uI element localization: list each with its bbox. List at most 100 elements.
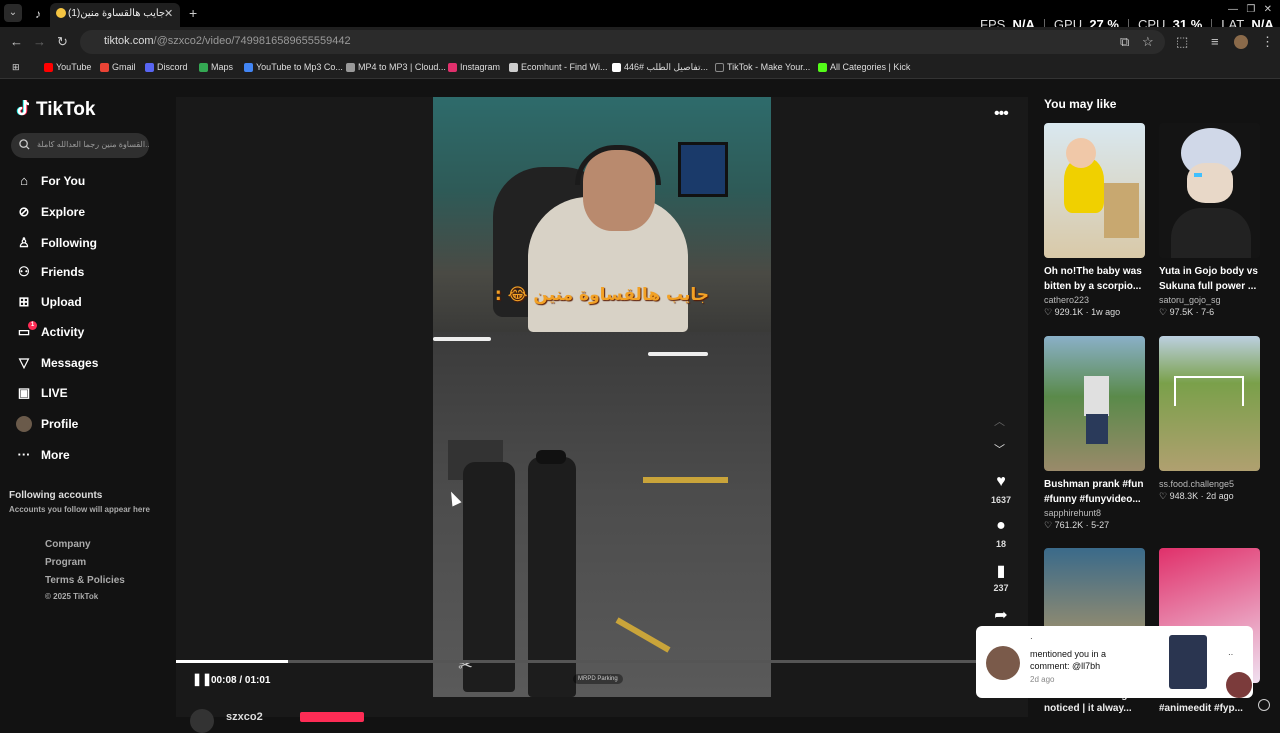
rec-card[interactable]: Oh no!The baby was bitten by a scorpio..… xyxy=(1044,123,1145,318)
rec-card[interactable]: ss.food.challenge5 ♡ 948.3K · 2d ago xyxy=(1159,336,1260,502)
nav-profile[interactable]: Profile xyxy=(16,416,78,432)
bookmark-order[interactable]: تفاصيل الطلب #446... xyxy=(612,62,708,73)
home-icon: ⌂ xyxy=(20,173,28,188)
bookmark-instagram[interactable]: Instagram xyxy=(448,62,500,73)
bookmark-tiktok[interactable]: TikTok - Make Your... xyxy=(715,62,810,73)
nav-messages[interactable]: ▽ Messages xyxy=(16,355,98,371)
bookmark-youtube[interactable]: YouTube xyxy=(44,62,91,73)
bookmark-mp4-mp3[interactable]: MP4 to MP3 | Cloud... xyxy=(346,62,446,73)
author-name[interactable]: szxco2 xyxy=(226,711,263,723)
share-button[interactable]: ➦ xyxy=(982,605,1020,625)
you-may-like-title: You may like xyxy=(1044,97,1117,111)
url-path: /@szxco2/video/7499816589655559442 xyxy=(153,35,351,47)
settings-circle-icon[interactable] xyxy=(1258,699,1270,711)
video-stage: جايب هالقساوة منين 😂 : ✂ MRPD Parking ••… xyxy=(176,97,1028,717)
bookmark-yt-mp3[interactable]: YouTube to Mp3 Co... xyxy=(244,62,343,73)
reload-icon[interactable]: ↻ xyxy=(57,34,68,50)
rec-thumbnail xyxy=(1159,336,1260,471)
more-options-icon[interactable]: ••• xyxy=(994,105,1009,123)
nav-live[interactable]: ▣ LIVE xyxy=(16,385,68,401)
rec-user: sapphirehunt8 xyxy=(1044,508,1102,518)
footer-copyright: © 2025 TikTok xyxy=(45,592,99,601)
comment-button[interactable]: ● 18 xyxy=(982,517,1020,549)
bookmark-kick[interactable]: All Categories | Kick xyxy=(818,62,910,73)
next-video-icon[interactable]: ﹀ xyxy=(994,441,1005,457)
media-icon[interactable]: ≡ xyxy=(1211,34,1219,49)
profile-avatar[interactable] xyxy=(1234,35,1248,49)
nav-for-you[interactable]: ⌂ For You xyxy=(16,173,85,189)
search-placeholder: القساوة منين رجما العدالله كاملة... xyxy=(37,140,149,149)
nav-activity[interactable]: ▭ 1 Activity xyxy=(16,321,84,340)
headset xyxy=(575,145,661,185)
window-controls[interactable]: — ❐ ✕ xyxy=(1228,4,1272,15)
progress-fill xyxy=(176,660,288,663)
tiktok-logo[interactable]: TikTok xyxy=(16,99,95,121)
footer-terms[interactable]: Terms & Policies xyxy=(45,575,125,586)
bookmark-discord[interactable]: Discord xyxy=(145,62,188,73)
nav-following[interactable]: ♙ Following xyxy=(16,235,97,251)
url-bar[interactable]: tiktok.com/@szxco2/video/749981658965555… xyxy=(80,30,1165,54)
search-input[interactable]: القساوة منين رجما العدالله كاملة... xyxy=(11,133,149,158)
bookmarks-bar: ⊞ YouTube Gmail Discord Maps YouTube to … xyxy=(0,57,1280,79)
rec-card[interactable]: Yuta in Gojo body vs Sukuna full power .… xyxy=(1159,123,1260,318)
rec-title: Oh no!The baby was bitten by a scorpio..… xyxy=(1044,266,1142,292)
notification-time: 2d ago xyxy=(1030,675,1055,684)
rec-thumbnail xyxy=(1044,336,1145,471)
chrome-menu-icon[interactable]: ⋮ xyxy=(1261,34,1274,50)
activity-badge: 1 xyxy=(28,321,37,330)
nav-explore[interactable]: ⊘ Explore xyxy=(16,204,85,220)
video-player[interactable]: جايب هالقساوة منين 😂 : ✂ MRPD Parking xyxy=(433,97,771,697)
rec-user: ss.food.challenge5 xyxy=(1159,479,1235,489)
tiktok-tab-icon[interactable]: ♪ xyxy=(28,4,48,24)
back-icon[interactable]: ← xyxy=(10,34,23,49)
previous-video-icon[interactable]: ︿ xyxy=(994,413,1005,429)
rec-meta: ♡ 761.2K · 5-27 xyxy=(1044,520,1110,530)
profile-icon xyxy=(16,416,32,432)
mention-notification[interactable]: · mentioned you in a comment: @ll7bh 2d a… xyxy=(976,626,1253,698)
like-button[interactable]: ♥ 1637 xyxy=(982,473,1020,505)
nav-friends[interactable]: ⚇ Friends xyxy=(16,264,84,280)
url-host: tiktok.com xyxy=(104,35,154,47)
close-tab-icon[interactable]: ✕ xyxy=(164,7,173,20)
save-button[interactable]: ▮ 237 xyxy=(982,561,1020,593)
apps-icon[interactable]: ⊞ xyxy=(12,62,20,73)
nav-more[interactable]: ··· More xyxy=(16,447,70,463)
pause-icon[interactable]: ❚❚ xyxy=(192,672,212,686)
notification-more-icon[interactable]: ·· xyxy=(1228,650,1233,659)
rec-thumbnail xyxy=(1159,123,1260,258)
rec-card[interactable]: Bushman prank #fun #funny #funyvideo... … xyxy=(1044,336,1145,531)
new-tab-button[interactable]: + xyxy=(189,5,197,21)
author-avatar[interactable] xyxy=(190,709,214,733)
parking-stripe xyxy=(615,617,671,653)
nav-upload[interactable]: ⊞ Upload xyxy=(16,294,82,310)
cast-icon[interactable]: ⧉ xyxy=(1120,34,1129,50)
more-icon: ··· xyxy=(17,447,31,462)
floating-logo xyxy=(1226,672,1252,698)
progress-bar[interactable] xyxy=(176,660,1028,663)
video-caption: جايب هالقساوة منين 😂 : xyxy=(494,285,710,305)
following-accounts-sub: Accounts you follow will appear here xyxy=(9,505,150,514)
bookmark-ecomhunt[interactable]: Ecomhunt - Find Wi... xyxy=(509,62,608,73)
footer-program[interactable]: Program xyxy=(45,557,86,568)
follow-button[interactable] xyxy=(300,712,364,722)
bookmark-star-icon[interactable]: ☆ xyxy=(1142,34,1154,50)
notification-dot: · xyxy=(1030,634,1033,643)
video-upper-frame: جايب هالقساوة منين 😂 : xyxy=(433,97,771,332)
tab-search-button[interactable]: ⌄ xyxy=(4,4,22,22)
monitor xyxy=(678,142,728,197)
extensions-icon[interactable]: ⬚ xyxy=(1176,34,1188,50)
police-cap xyxy=(536,450,566,464)
heart-outline-icon: ♡ xyxy=(1159,491,1168,501)
rec-meta: ♡ 929.1K · 1w ago xyxy=(1044,307,1121,317)
footer-company[interactable]: Company xyxy=(45,539,91,550)
forward-icon[interactable]: → xyxy=(33,34,46,49)
bookmark-maps[interactable]: Maps xyxy=(199,62,233,73)
heart-outline-icon: ♡ xyxy=(1044,307,1053,317)
logo-text: TikTok xyxy=(36,99,96,120)
location-badge: MRPD Parking xyxy=(573,674,623,684)
rec-meta: ♡ 97.5K · 7-6 xyxy=(1159,307,1215,317)
heart-icon: ♥ xyxy=(996,473,1006,490)
bookmark-gmail[interactable]: Gmail xyxy=(100,62,136,73)
youtube-icon xyxy=(44,63,53,73)
active-tab[interactable]: (1)جايب هالقساوة منين xyxy=(50,3,180,27)
